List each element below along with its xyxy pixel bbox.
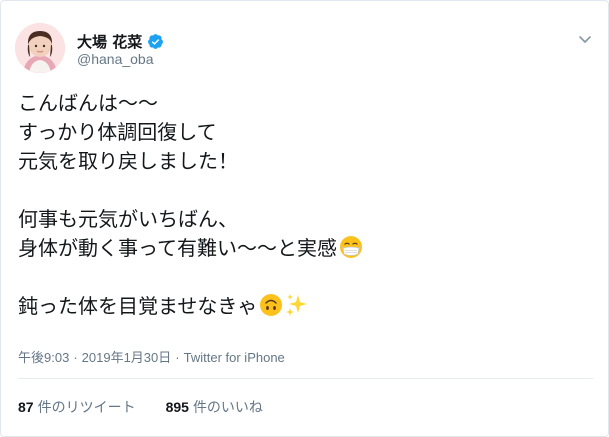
upside-down-face-icon [260, 294, 283, 316]
tweet-line: こんばんは〜〜 [18, 91, 158, 115]
author-name[interactable]: 大場 花菜 [77, 31, 142, 52]
tweet-card: 大場 花菜 @hana_oba こんばんは〜〜 すっかり体調回復して 元気を取り… [0, 0, 609, 437]
tweet-line: 元気を取り戻しました！ [18, 149, 238, 173]
tweet-text: こんばんは〜〜 すっかり体調回復して 元気を取り戻しました！ 何事も元気がいちば… [18, 89, 588, 321]
tweet-line-with-emoji: 身体が動く事って有難い〜〜と実感 [18, 234, 588, 263]
tweet-line-text: 鈍った体を目覚ませなきゃ [18, 294, 258, 318]
profile-photo [15, 23, 65, 73]
like-stat[interactable]: 895 件のいいね [166, 397, 263, 417]
tweet-line-text: 身体が動く事って有難い〜〜と実感 [18, 236, 337, 260]
tweet-source[interactable]: Twitter for iPhone [184, 350, 285, 365]
like-count: 895 [165, 399, 189, 415]
tweet-line: 何事も元気がいちばん、 [18, 207, 238, 231]
tweet-time[interactable]: 午後9:03 [18, 350, 69, 365]
avatar[interactable] [15, 23, 65, 73]
tweet-meta: 午後9:03 · 2019年1月30日 · Twitter for iPhone [18, 347, 289, 366]
retweet-count: 87 [18, 399, 34, 415]
tweet-line-with-emoji: 鈍った体を目覚ませなきゃ [18, 292, 588, 321]
tweet-line: すっかり体調回復して [18, 120, 217, 144]
tweet-date[interactable]: 2019年1月30日 [82, 350, 172, 365]
retweet-stat[interactable]: 87 件のリツイート [18, 397, 136, 417]
tweet-stats: 87 件のリツイート 895 件のいいね [18, 397, 263, 417]
like-label: 件のいいね [192, 399, 263, 415]
author-name-row[interactable]: 大場 花菜 [77, 31, 164, 52]
mask-face-icon [340, 236, 362, 258]
verified-badge-icon [148, 34, 164, 49]
divider [18, 378, 593, 379]
sparkles-icon [286, 294, 308, 316]
meta-separator: · [73, 350, 78, 365]
retweet-label: 件のリツイート [37, 399, 136, 415]
author-handle[interactable]: @hana_oba [77, 51, 154, 67]
meta-separator: · [175, 350, 180, 365]
chevron-down-icon[interactable] [577, 31, 593, 47]
